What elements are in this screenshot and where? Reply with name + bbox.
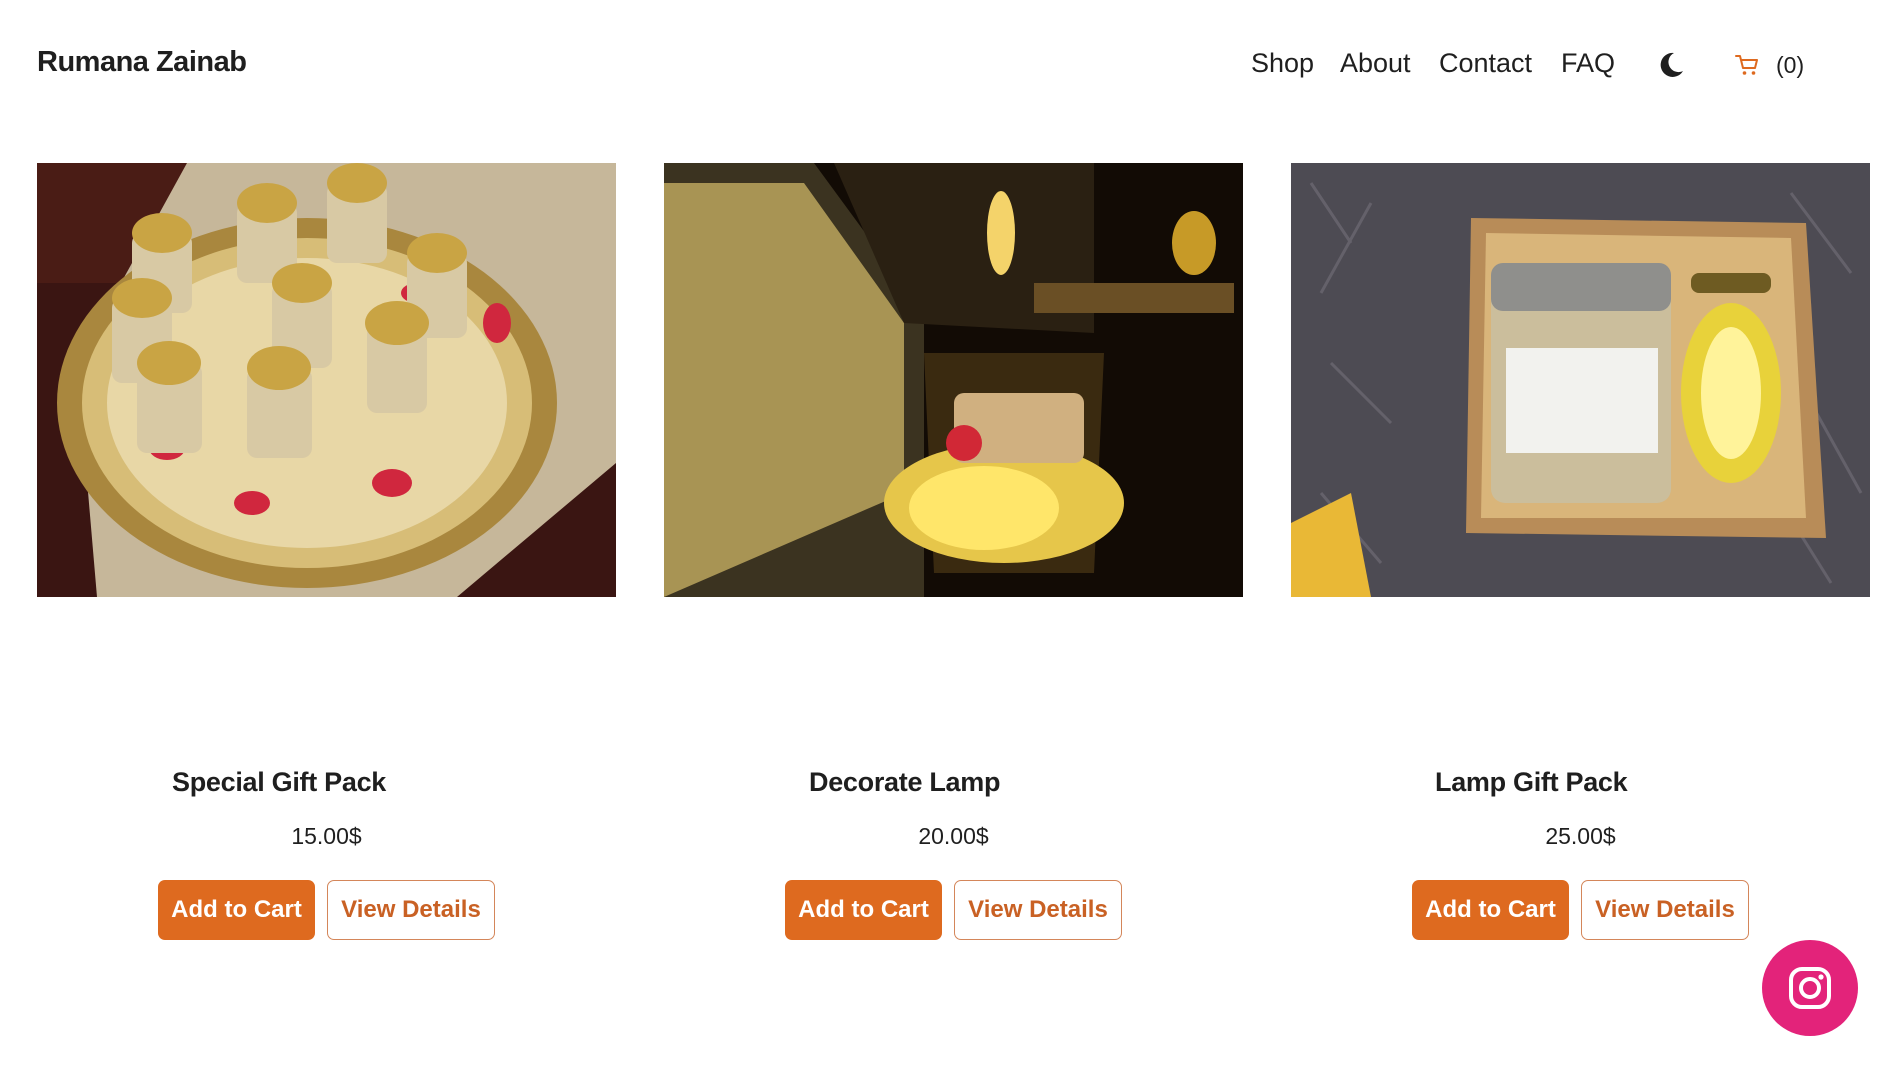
product-card: Decorate Lamp 20.00$ Add to Cart View De… [664,163,1243,943]
main-nav: Shop About Contact FAQ [0,48,1897,88]
cart-icon [1735,55,1758,75]
product-image[interactable] [664,163,1243,597]
product-card: Special Gift Pack 15.00$ Add to Cart Vie… [37,163,616,943]
product-image[interactable] [1291,163,1870,597]
cart-button[interactable]: (0) [1734,48,1804,82]
view-details-button[interactable]: View Details [327,880,495,940]
instagram-icon [1789,967,1831,1009]
instagram-button[interactable] [1762,940,1858,1036]
nav-link-about[interactable]: About [1340,48,1411,79]
moon-icon[interactable] [1656,50,1686,80]
view-details-button[interactable]: View Details [954,880,1122,940]
product-card: Lamp Gift Pack 25.00$ Add to Cart View D… [1291,163,1870,943]
add-to-cart-button[interactable]: Add to Cart [785,880,942,940]
product-name: Decorate Lamp [809,767,1001,797]
add-to-cart-button[interactable]: Add to Cart [158,880,315,940]
product-image[interactable] [37,163,616,597]
product-name: Lamp Gift Pack [1435,767,1628,797]
nav-link-shop[interactable]: Shop [1251,48,1314,79]
nav-link-faq[interactable]: FAQ [1561,48,1615,79]
view-details-button[interactable]: View Details [1581,880,1749,940]
product-name: Special Gift Pack [172,767,386,797]
cart-count: (0) [1776,51,1805,78]
product-price: 20.00$ [918,823,989,849]
nav-link-contact[interactable]: Contact [1439,48,1532,79]
product-price: 15.00$ [291,823,362,849]
site-header: Rumana Zainab Shop About Contact FAQ (0) [0,0,1897,130]
shop-page: Rumana Zainab Shop About Contact FAQ (0) [0,0,1897,1080]
add-to-cart-button[interactable]: Add to Cart [1412,880,1569,940]
product-price: 25.00$ [1545,823,1616,849]
